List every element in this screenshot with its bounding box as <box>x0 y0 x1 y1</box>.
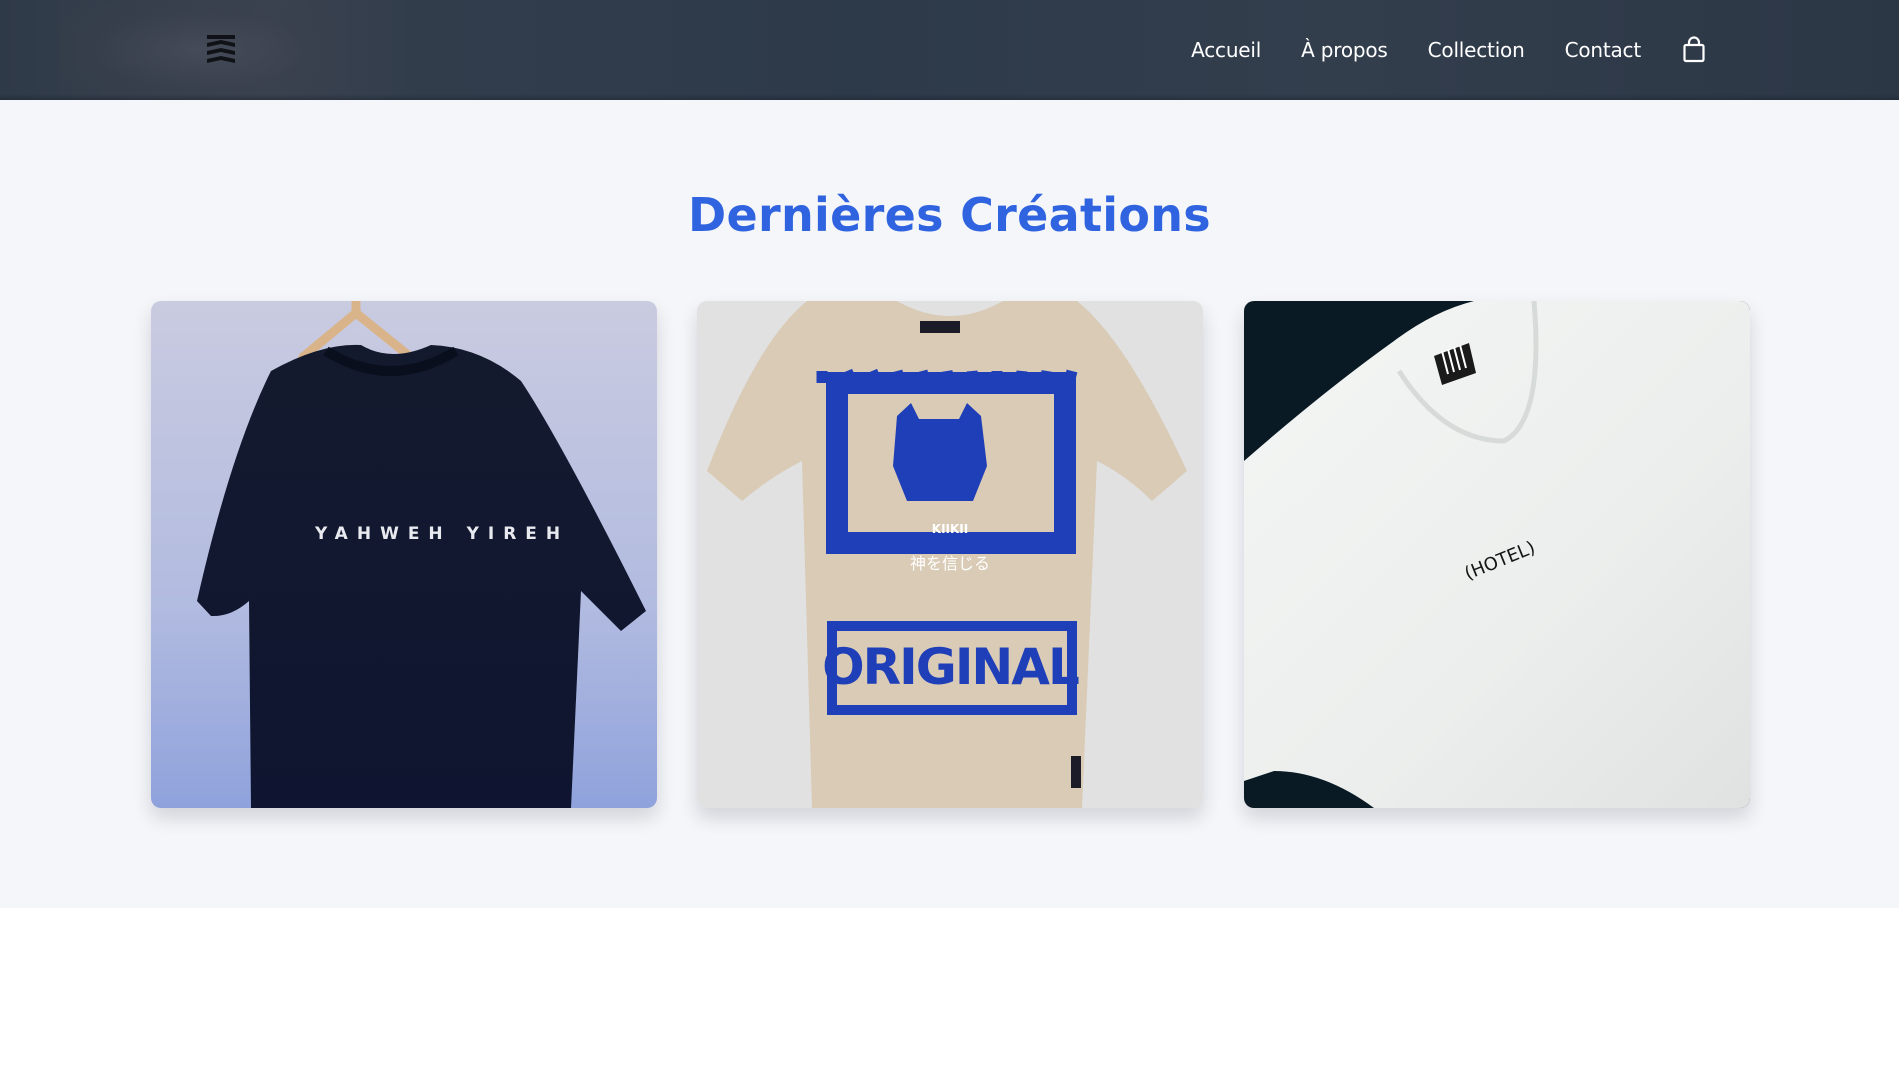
nav-link-a-propos[interactable]: À propos <box>1301 38 1388 62</box>
latest-creations-section: Dernières Créations YAHWEH YIREH KIIKII … <box>0 100 1899 908</box>
product-image-original-shirt: KIIKII 神を信じる ORIGINAL <box>697 301 1203 808</box>
product-card-hotel-shirt[interactable]: (HOTEL) <box>1244 301 1750 808</box>
product-image-navy-shirt: YAHWEH YIREH <box>151 301 657 808</box>
product-image-hotel-shirt: (HOTEL) <box>1244 301 1750 808</box>
shirt-print-brand: KIIKII <box>932 522 968 536</box>
section-title: Dernières Créations <box>688 188 1211 242</box>
shopping-bag-icon[interactable] <box>1680 36 1708 64</box>
product-card-original-shirt[interactable]: KIIKII 神を信じる ORIGINAL <box>697 301 1203 808</box>
nav-link-contact[interactable]: Contact <box>1565 38 1642 62</box>
main-nav: Accueil À propos Collection Contact <box>1191 0 1641 100</box>
shirt-print-text: YAHWEH YIREH <box>314 524 569 544</box>
nav-link-collection[interactable]: Collection <box>1428 38 1525 62</box>
shirt-print-japanese: 神を信じる <box>910 554 990 573</box>
nav-link-accueil[interactable]: Accueil <box>1191 38 1261 62</box>
product-card-navy-shirt[interactable]: YAHWEH YIREH <box>151 301 657 808</box>
shirt-print-original: ORIGINAL <box>822 638 1079 696</box>
brand-logo-icon[interactable] <box>204 33 238 65</box>
site-header: Accueil À propos Collection Contact <box>0 0 1899 100</box>
